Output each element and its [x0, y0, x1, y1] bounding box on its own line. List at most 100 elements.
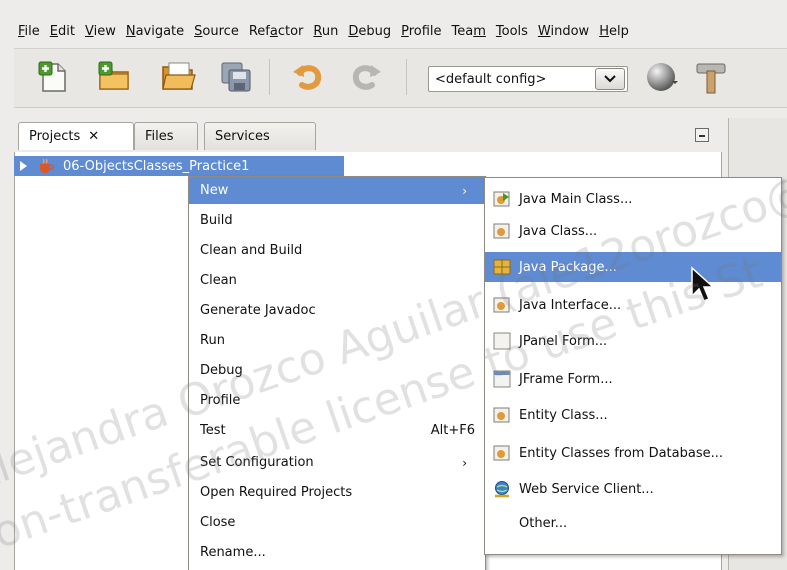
config-select-value: <default config> — [435, 71, 547, 87]
save-all-icon[interactable] — [218, 59, 254, 95]
submenu-item-jpanel-form[interactable]: JPanel Form... — [485, 326, 781, 356]
submenu-item-java-package[interactable]: Java Package... — [485, 252, 781, 282]
menu-item-label: Entity Classes from Database... — [519, 445, 724, 461]
submenu-item-entity-classes-from-database[interactable]: Entity Classes from Database... — [485, 438, 781, 468]
menu-item-label: New — [200, 183, 229, 198]
config-select[interactable]: <default config> — [428, 66, 628, 92]
expand-arrow-icon[interactable] — [20, 161, 27, 171]
context-menu-item-rename[interactable]: Rename... — [189, 539, 485, 566]
menu-item-label: Java Main Class... — [519, 191, 633, 207]
context-menu-item-test[interactable]: Test Alt+F6 — [189, 417, 485, 444]
jpanel-form-icon — [493, 332, 511, 350]
menu-navigate[interactable]: Navigate — [122, 24, 190, 39]
open-project-icon[interactable] — [160, 59, 196, 95]
menu-item-label: Debug — [200, 363, 243, 378]
menu-item-label: Build — [200, 213, 233, 228]
menu-help[interactable]: Help — [595, 24, 635, 39]
menu-item-label: Web Service Client... — [519, 481, 654, 497]
menu-item-label: JFrame Form... — [519, 371, 613, 387]
context-menu-item-clean[interactable]: Clean — [189, 267, 485, 294]
redo-icon[interactable] — [348, 59, 384, 95]
java-project-icon — [40, 158, 54, 173]
main-toolbar: <default config> — [14, 48, 787, 108]
project-tree-node[interactable]: 06-ObjectsClasses_Practice1 — [14, 156, 344, 176]
menu-debug[interactable]: Debug — [344, 24, 397, 39]
jframe-form-icon — [493, 370, 511, 388]
menu-edit[interactable]: Edit — [46, 24, 81, 39]
context-menu-item-clean-and-build[interactable]: Clean and Build — [189, 237, 485, 264]
menu-item-label: Test — [200, 423, 226, 438]
toolbar-separator — [269, 59, 270, 95]
chevron-down-icon — [604, 75, 616, 83]
context-menu-item-set-configuration[interactable]: Set Configuration › — [189, 449, 485, 476]
submenu-item-java-main-class[interactable]: Java Main Class... — [485, 184, 781, 214]
menu-file[interactable]: File — [14, 24, 46, 39]
tab-projects-label: Projects — [29, 129, 81, 144]
menu-bar: File Edit View Navigate Source Refactor … — [14, 18, 635, 44]
context-menu-item-profile[interactable]: Profile — [189, 387, 485, 414]
menu-item-label: Rename... — [200, 545, 266, 560]
new-file-icon[interactable] — [36, 59, 72, 95]
java-class-icon — [493, 223, 510, 239]
context-menu-item-new[interactable]: New › — [189, 177, 485, 204]
entity-class-icon — [493, 407, 510, 423]
menu-item-label: Open Required Projects — [200, 485, 353, 500]
menu-item-label: Set Configuration — [200, 455, 314, 470]
menu-item-label: Entity Class... — [519, 407, 608, 423]
menu-item-label: JPanel Form... — [519, 333, 608, 349]
menu-team[interactable]: Team — [448, 24, 492, 39]
chevron-right-icon: › — [462, 183, 467, 198]
tab-projects[interactable]: Projects ✕ — [18, 122, 134, 150]
menu-item-label: Close — [200, 515, 236, 530]
context-menu-item-debug[interactable]: Debug — [189, 357, 485, 384]
new-project-icon[interactable] — [96, 59, 132, 95]
close-icon[interactable]: ✕ — [88, 129, 99, 144]
menu-item-label: Profile — [200, 393, 241, 408]
submenu-item-other[interactable]: Other... — [485, 508, 781, 538]
submenu-item-entity-class[interactable]: Entity Class... — [485, 400, 781, 430]
menu-refactor[interactable]: Refactor — [245, 24, 310, 39]
ide-window: File Edit View Navigate Source Refactor … — [0, 0, 787, 570]
tab-files[interactable]: Files — [134, 122, 198, 150]
menu-item-label: Generate Javadoc — [200, 303, 316, 318]
context-menu-item-open-required-projects[interactable]: Open Required Projects — [189, 479, 485, 506]
web-service-client-icon — [495, 481, 509, 498]
menu-tools[interactable]: Tools — [492, 24, 534, 39]
submenu-item-jframe-form[interactable]: JFrame Form... — [485, 364, 781, 394]
toolbar-separator — [406, 59, 407, 95]
submenu-item-java-class[interactable]: Java Class... — [485, 216, 781, 246]
submenu-item-java-interface[interactable]: Java Interface... — [485, 290, 781, 320]
config-dropdown-button[interactable] — [595, 68, 625, 90]
menu-item-label: Java Package... — [519, 259, 617, 275]
menu-item-label: Clean — [200, 273, 237, 288]
menu-source[interactable]: Source — [190, 24, 245, 39]
build-hammer-icon[interactable] — [694, 59, 730, 95]
context-menu-item-build[interactable]: Build — [189, 207, 485, 234]
context-menu-item-generate-javadoc[interactable]: Generate Javadoc — [189, 297, 485, 324]
context-menu: New › Build Clean and Build Clean Genera… — [188, 176, 486, 570]
tab-services-label: Services — [215, 129, 270, 144]
submenu-item-web-service-client[interactable]: Web Service Client... — [485, 474, 781, 504]
chevron-right-icon: › — [462, 455, 467, 470]
shortcut-label: Alt+F6 — [430, 423, 475, 438]
undo-icon[interactable] — [290, 59, 326, 95]
java-main-class-icon — [493, 191, 510, 207]
tab-files-label: Files — [145, 129, 174, 144]
context-menu-item-close[interactable]: Close — [189, 509, 485, 536]
menu-item-label: Other... — [519, 515, 568, 531]
mouse-pointer-icon — [691, 266, 715, 302]
menu-item-label: Clean and Build — [200, 243, 303, 258]
menu-item-label: Java Class... — [519, 223, 598, 239]
menu-view[interactable]: View — [81, 24, 122, 39]
new-submenu: Java Main Class... Java Class... Java Pa… — [484, 177, 782, 555]
menu-profile[interactable]: Profile — [397, 24, 447, 39]
entity-classes-database-icon — [493, 445, 510, 461]
java-interface-icon — [493, 297, 510, 313]
context-menu-item-run[interactable]: Run — [189, 327, 485, 354]
menu-run[interactable]: Run — [309, 24, 344, 39]
minimize-window-icon[interactable] — [695, 128, 709, 142]
java-package-icon — [493, 259, 511, 275]
globe-icon[interactable] — [644, 59, 680, 95]
tab-services[interactable]: Services — [204, 122, 316, 150]
menu-window[interactable]: Window — [534, 24, 595, 39]
